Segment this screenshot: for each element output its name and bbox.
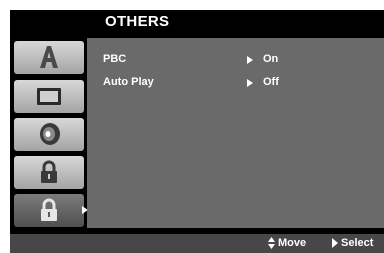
setting-row-auto-play[interactable]: Auto Play Off bbox=[103, 76, 373, 92]
speaker-icon bbox=[40, 123, 60, 145]
tab-language[interactable] bbox=[14, 41, 84, 74]
navigation-hint-bar: Move Select bbox=[10, 234, 384, 253]
settings-panel: PBC On Auto Play Off bbox=[87, 38, 384, 228]
select-hint-label: Select bbox=[341, 237, 374, 249]
move-hint: Move bbox=[268, 237, 307, 250]
setting-value: Off bbox=[263, 76, 279, 88]
move-hint-label: Move bbox=[278, 237, 307, 249]
right-arrow-icon bbox=[247, 56, 253, 64]
setting-row-pbc[interactable]: PBC On bbox=[103, 53, 373, 69]
tab-audio[interactable] bbox=[14, 118, 84, 151]
up-down-arrow-icon bbox=[268, 237, 275, 250]
tab-display[interactable] bbox=[14, 80, 84, 113]
setting-label: PBC bbox=[103, 53, 127, 65]
setting-label: Auto Play bbox=[103, 76, 154, 88]
right-arrow-icon bbox=[332, 238, 338, 249]
padlock-icon bbox=[41, 160, 57, 183]
padlock-icon bbox=[41, 198, 57, 221]
setting-value: On bbox=[263, 53, 279, 65]
menu-title: OTHERS bbox=[105, 13, 170, 30]
select-hint: Select bbox=[332, 237, 373, 249]
right-arrow-icon bbox=[247, 79, 253, 87]
tab-others[interactable] bbox=[14, 194, 88, 227]
setup-menu-screen: OTHERS PBC On Auto Play Off Move Select bbox=[0, 0, 384, 253]
text-a-icon bbox=[40, 46, 58, 68]
monitor-icon bbox=[37, 88, 61, 105]
tab-lock[interactable] bbox=[14, 156, 84, 189]
